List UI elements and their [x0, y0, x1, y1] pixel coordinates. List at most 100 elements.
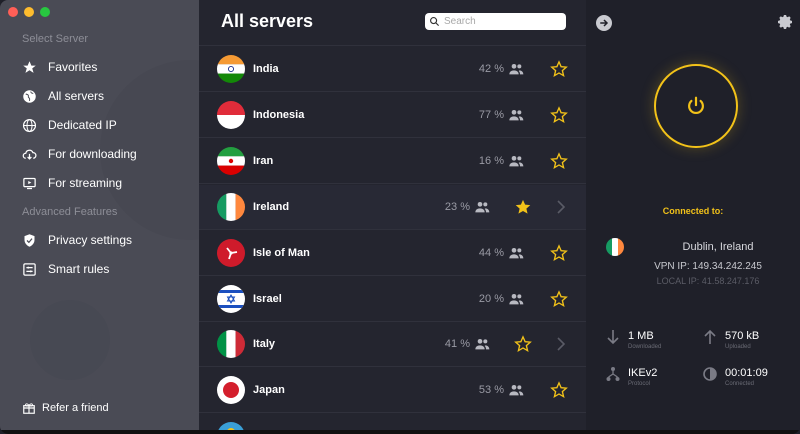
gear-icon[interactable]	[777, 14, 793, 30]
protocol-stat: IKEv2 Protocol	[606, 366, 706, 396]
users-icon	[509, 64, 524, 75]
server-row-india[interactable]: India 42 %	[199, 47, 586, 92]
app-window: Select Server Favorites All servers Dedi…	[0, 0, 800, 434]
connection-panel: Connected to: Dublin, Ireland VPN IP: 14…	[586, 0, 800, 434]
protocol-label: Protocol	[628, 381, 651, 387]
globe-icon	[20, 87, 38, 105]
minimize-window-button[interactable]	[24, 7, 34, 17]
time-label: Connected	[725, 381, 755, 387]
server-row-iran[interactable]: Iran 16 %	[199, 139, 586, 184]
gift-icon	[23, 403, 35, 414]
favorite-star-icon[interactable]	[514, 335, 532, 353]
downloaded-stat: 1 MB Downloaded	[606, 329, 706, 359]
local-ip: LOCAL IP: 41.58.247.176	[656, 276, 760, 286]
favorite-star-icon[interactable]	[550, 290, 568, 308]
search-box[interactable]	[425, 13, 566, 30]
favorite-star-icon[interactable]	[550, 244, 568, 262]
italy-flag-icon	[217, 330, 245, 358]
server-load: 42 %	[478, 63, 504, 75]
connected-location: Dublin, Ireland	[682, 241, 754, 253]
server-name: Iran	[253, 155, 274, 167]
ireland-flag-icon	[217, 193, 245, 221]
sidebar-item-for-downloading[interactable]: For downloading	[20, 143, 190, 165]
section-label-select-server: Select Server	[22, 33, 89, 45]
users-icon	[509, 385, 524, 396]
indonesia-flag-icon	[217, 101, 245, 129]
users-icon	[509, 294, 524, 305]
refer-label: Refer a friend	[42, 402, 109, 414]
chevron-right-icon[interactable]	[556, 337, 566, 351]
sidebar-item-label: All servers	[48, 89, 105, 103]
timer-icon	[703, 367, 717, 381]
upload-arrow-icon	[704, 329, 716, 344]
collapse-button[interactable]	[596, 15, 612, 31]
server-load: 53 %	[478, 384, 504, 396]
server-name: Isle of Man	[253, 247, 310, 259]
vpn-ip: VPN IP: 149.34.242.245	[654, 261, 762, 272]
download-arrow-icon	[607, 330, 619, 345]
users-icon	[475, 202, 490, 213]
server-name: Ireland	[253, 201, 290, 213]
server-row-indonesia[interactable]: Indonesia 77 %	[199, 93, 586, 138]
users-icon	[509, 248, 524, 259]
sidebar-item-privacy-settings[interactable]: Privacy settings	[20, 229, 190, 251]
favorite-star-filled-icon[interactable]	[514, 198, 532, 216]
refer-a-friend-button[interactable]: Refer a friend	[22, 401, 109, 415]
server-list-pane: All servers India 42 % Indonesia 77 %	[199, 0, 586, 434]
protocol-value: IKEv2	[628, 367, 658, 379]
india-flag-icon	[217, 55, 245, 83]
search-input[interactable]	[444, 16, 564, 27]
cloud-download-icon	[20, 145, 38, 163]
server-name: Indonesia	[253, 109, 305, 121]
users-icon	[509, 156, 524, 167]
server-row-isle-of-man[interactable]: Isle of Man 44 %	[199, 231, 586, 276]
server-row-italy[interactable]: Italy 41 %	[199, 322, 586, 367]
rules-icon	[20, 260, 38, 278]
arrow-right-icon	[600, 19, 609, 27]
sidebar-item-all-servers[interactable]: All servers	[20, 85, 190, 107]
server-load: 20 %	[478, 293, 504, 305]
chevron-right-icon[interactable]	[556, 200, 566, 214]
section-label-advanced-features: Advanced Features	[22, 206, 118, 218]
server-row-japan[interactable]: Japan 53 %	[199, 368, 586, 413]
sidebar-item-label: For downloading	[48, 147, 137, 161]
favorite-star-icon[interactable]	[550, 60, 568, 78]
isle-of-man-flag-icon	[217, 239, 245, 267]
uploaded-stat: 570 kB Uploaded	[703, 329, 800, 359]
zoom-window-button[interactable]	[40, 7, 50, 17]
desktop-dock-edge	[0, 430, 800, 434]
users-icon	[475, 339, 490, 350]
sidebar-item-dedicated-ip[interactable]: Dedicated IP	[20, 114, 190, 136]
streaming-icon	[20, 174, 38, 192]
server-load: 16 %	[478, 155, 504, 167]
sidebar-item-label: Smart rules	[48, 262, 110, 276]
server-load: 23 %	[444, 201, 470, 213]
page-title: All servers	[221, 11, 314, 31]
sidebar: Select Server Favorites All servers Dedi…	[0, 0, 280, 434]
sidebar-item-for-streaming[interactable]: For streaming	[20, 172, 190, 194]
sidebar-item-label: Favorites	[48, 60, 98, 74]
japan-flag-icon	[217, 376, 245, 404]
server-name: Israel	[253, 293, 282, 305]
search-icon	[430, 17, 440, 27]
server-row-israel[interactable]: Israel 20 %	[199, 277, 586, 322]
time-value: 00:01:09	[725, 367, 768, 379]
star-icon	[20, 58, 38, 76]
server-row-ireland[interactable]: Ireland 23 %	[199, 185, 586, 230]
sidebar-item-smart-rules[interactable]: Smart rules	[20, 258, 190, 280]
server-name: Japan	[253, 384, 285, 396]
sidebar-item-label: Dedicated IP	[48, 118, 117, 132]
users-icon	[509, 110, 524, 121]
favorite-star-icon[interactable]	[550, 152, 568, 170]
background-decoration	[30, 300, 110, 380]
favorite-star-icon[interactable]	[550, 106, 568, 124]
favorite-star-icon[interactable]	[550, 381, 568, 399]
connection-status-label: Connected to:	[662, 206, 724, 216]
server-name: Italy	[253, 338, 276, 350]
sidebar-item-favorites[interactable]: Favorites	[20, 56, 190, 78]
server-load: 41 %	[444, 338, 470, 350]
server-name: India	[253, 63, 279, 75]
close-window-button[interactable]	[8, 7, 18, 17]
connect-toggle-button[interactable]	[654, 64, 738, 148]
downloaded-label: Downloaded	[628, 344, 662, 350]
